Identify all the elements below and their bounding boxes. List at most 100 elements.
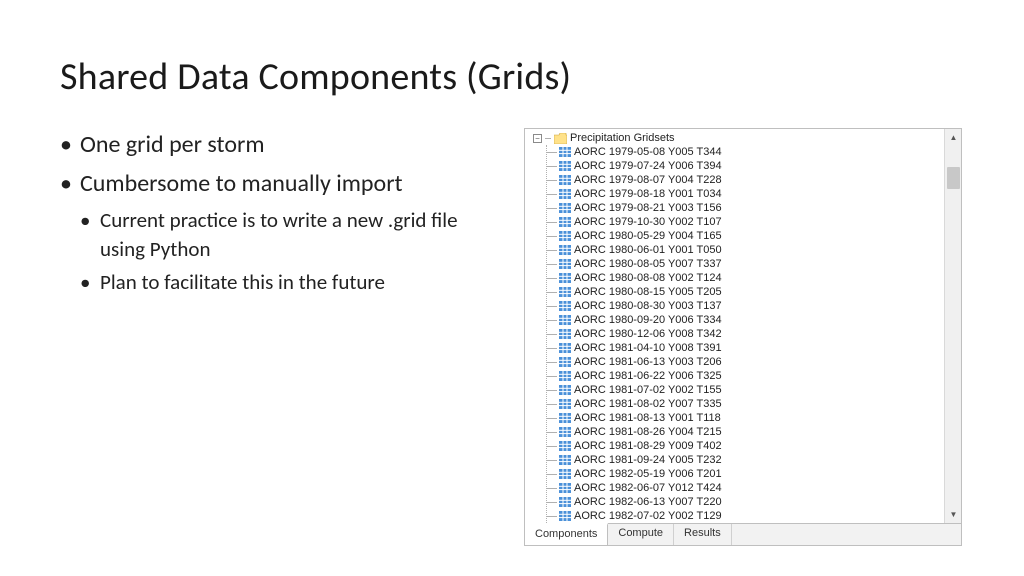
tree-item[interactable]: AORC 1980-05-29 Y004 T165 xyxy=(547,229,961,243)
scroll-down-button[interactable]: ▼ xyxy=(945,506,961,523)
tree-branch xyxy=(547,145,559,159)
tree-item[interactable]: AORC 1982-05-19 Y006 T201 xyxy=(547,467,961,481)
bullet-item: One grid per storm xyxy=(60,128,500,163)
grid-icon xyxy=(559,385,571,395)
chevron-down-icon: ▼ xyxy=(950,510,958,520)
tree-branch xyxy=(547,257,559,271)
tree-branch xyxy=(547,285,559,299)
tree-item-label: AORC 1981-08-29 Y009 T402 xyxy=(574,439,722,453)
collapse-toggle-icon[interactable]: − xyxy=(533,134,542,143)
tree-item[interactable]: AORC 1981-07-02 Y002 T155 xyxy=(547,383,961,397)
tree-item-label: AORC 1981-06-13 Y003 T206 xyxy=(574,355,722,369)
tab-label: Results xyxy=(684,527,721,539)
tree-item[interactable]: AORC 1979-08-07 Y004 T228 xyxy=(547,173,961,187)
tree-branch xyxy=(547,313,559,327)
tree-branch xyxy=(547,383,559,397)
tree-item[interactable]: AORC 1979-10-30 Y002 T107 xyxy=(547,215,961,229)
slide-body: One grid per storm Cumbersome to manuall… xyxy=(60,128,964,546)
tree-item-label: AORC 1982-06-13 Y007 T220 xyxy=(574,495,722,509)
tree-item[interactable]: AORC 1981-09-24 Y005 T232 xyxy=(547,453,961,467)
vertical-scrollbar[interactable]: ▲ ▼ xyxy=(944,129,961,523)
tree-item[interactable]: AORC 1981-08-13 Y001 T118 xyxy=(547,411,961,425)
tree-branch xyxy=(547,299,559,313)
tree-item[interactable]: AORC 1979-08-18 Y001 T034 xyxy=(547,187,961,201)
tree-item[interactable]: AORC 1980-12-06 Y008 T342 xyxy=(547,327,961,341)
tree-item[interactable]: AORC 1981-08-26 Y004 T215 xyxy=(547,425,961,439)
scroll-up-button[interactable]: ▲ xyxy=(945,129,961,146)
tree-item[interactable]: AORC 1980-08-15 Y005 T205 xyxy=(547,285,961,299)
tree-branch xyxy=(547,439,559,453)
tree-item[interactable]: AORC 1980-09-20 Y006 T334 xyxy=(547,313,961,327)
tree-children: AORC 1979-05-08 Y005 T344AORC 1979-07-24… xyxy=(546,145,961,523)
bullet-text: Cumbersome to manually import xyxy=(80,169,403,198)
tree-branch xyxy=(547,271,559,285)
tree-branch xyxy=(547,425,559,439)
tab-components[interactable]: Components xyxy=(525,523,608,545)
tree-item[interactable]: AORC 1980-06-01 Y001 T050 xyxy=(547,243,961,257)
tree-item[interactable]: AORC 1981-08-02 Y007 T335 xyxy=(547,397,961,411)
tree-item-label: AORC 1981-07-02 Y002 T155 xyxy=(574,383,722,397)
grid-icon xyxy=(559,399,571,409)
panel-tabs: Components Compute Results xyxy=(525,523,961,545)
grid-icon xyxy=(559,161,571,171)
tree-branch xyxy=(547,201,559,215)
grid-icon xyxy=(559,175,571,185)
bullet-text: Current practice is to write a new .grid… xyxy=(100,207,458,262)
grid-icon xyxy=(559,301,571,311)
grid-icon xyxy=(559,189,571,199)
grid-icon xyxy=(559,497,571,507)
grid-icon xyxy=(559,483,571,493)
tree-item[interactable]: AORC 1981-06-22 Y006 T325 xyxy=(547,369,961,383)
tree-item-label: AORC 1979-10-30 Y002 T107 xyxy=(574,215,722,229)
tree-branch xyxy=(547,187,559,201)
folder-icon xyxy=(554,133,567,144)
tree-item-label: AORC 1981-04-10 Y008 T391 xyxy=(574,341,722,355)
tree-item-label: AORC 1980-12-06 Y008 T342 xyxy=(574,327,722,341)
tree-item[interactable]: AORC 1982-06-13 Y007 T220 xyxy=(547,495,961,509)
bullet-column: One grid per storm Cumbersome to manuall… xyxy=(60,128,500,546)
tree-item[interactable]: AORC 1979-07-24 Y006 T394 xyxy=(547,159,961,173)
sub-bullet-list: Current practice is to write a new .grid… xyxy=(80,206,500,298)
tab-results[interactable]: Results xyxy=(674,524,732,545)
tree-item[interactable]: AORC 1982-06-07 Y012 T424 xyxy=(547,481,961,495)
tree-item[interactable]: AORC 1979-08-21 Y003 T156 xyxy=(547,201,961,215)
tree-item-label: AORC 1980-06-01 Y001 T050 xyxy=(574,243,722,257)
grid-icon xyxy=(559,217,571,227)
bullet-text: One grid per storm xyxy=(80,130,265,159)
tree-folder-row[interactable]: − Precipitation Gridsets xyxy=(533,131,961,145)
scroll-thumb[interactable] xyxy=(947,167,960,189)
tree-item-label: AORC 1980-05-29 Y004 T165 xyxy=(574,229,722,243)
grid-icon xyxy=(559,469,571,479)
tree: − Precipitation Gridsets AORC 1979-05-08… xyxy=(525,129,961,523)
tree-item[interactable]: AORC 1981-08-29 Y009 T402 xyxy=(547,439,961,453)
tree-branch xyxy=(547,397,559,411)
tree-scroll-area: − Precipitation Gridsets AORC 1979-05-08… xyxy=(525,129,961,523)
grid-icon xyxy=(559,147,571,157)
tree-item[interactable]: AORC 1981-06-13 Y003 T206 xyxy=(547,355,961,369)
tree-branch xyxy=(547,481,559,495)
grid-icon xyxy=(559,245,571,255)
tree-item[interactable]: AORC 1979-05-08 Y005 T344 xyxy=(547,145,961,159)
grid-icon xyxy=(559,329,571,339)
grid-icon xyxy=(559,441,571,451)
tree-item[interactable]: AORC 1981-04-10 Y008 T391 xyxy=(547,341,961,355)
tree-panel: − Precipitation Gridsets AORC 1979-05-08… xyxy=(524,128,962,546)
tree-item-label: AORC 1980-08-05 Y007 T337 xyxy=(574,257,722,271)
grid-icon xyxy=(559,511,571,521)
grid-icon xyxy=(559,231,571,241)
tree-item[interactable]: AORC 1980-08-08 Y002 T124 xyxy=(547,271,961,285)
slide: Shared Data Components (Grids) One grid … xyxy=(0,0,1024,576)
tree-item[interactable]: AORC 1982-07-02 Y002 T129 xyxy=(547,509,961,523)
bullet-text: Plan to facilitate this in the future xyxy=(100,269,385,295)
grid-icon xyxy=(559,427,571,437)
bullet-item: Cumbersome to manually import Current pr… xyxy=(60,167,500,298)
tree-item-label: AORC 1980-08-15 Y005 T205 xyxy=(574,285,722,299)
tree-branch xyxy=(547,173,559,187)
bullet-list: One grid per storm Cumbersome to manuall… xyxy=(60,128,500,298)
tree-item[interactable]: AORC 1980-08-05 Y007 T337 xyxy=(547,257,961,271)
tab-compute[interactable]: Compute xyxy=(608,524,674,545)
tree-branch xyxy=(547,467,559,481)
sub-bullet-item: Plan to facilitate this in the future xyxy=(80,268,500,297)
tree-item[interactable]: AORC 1980-08-30 Y003 T137 xyxy=(547,299,961,313)
tree-item-label: AORC 1979-05-08 Y005 T344 xyxy=(574,145,722,159)
